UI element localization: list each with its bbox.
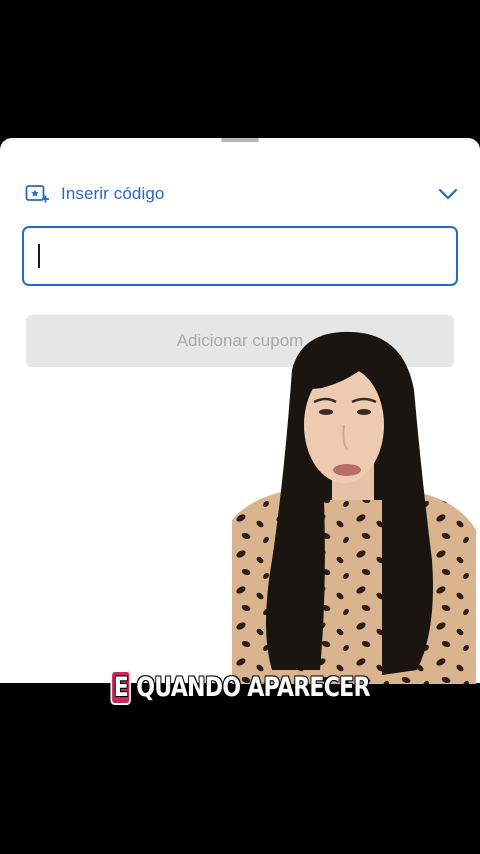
coupon-section-label: Inserir código — [61, 184, 165, 203]
chevron-down-icon[interactable] — [436, 182, 460, 206]
coupon-ticket-icon — [24, 183, 50, 205]
video-frame: Inserir código Adicionar cupom E QUANDO … — [0, 0, 480, 854]
sheet-drag-handle[interactable] — [221, 138, 259, 142]
text-caret — [38, 244, 40, 268]
presenter-overlay — [232, 330, 476, 684]
coupon-code-input[interactable] — [22, 226, 458, 286]
coupon-section-toggle[interactable]: Inserir código — [24, 180, 460, 208]
